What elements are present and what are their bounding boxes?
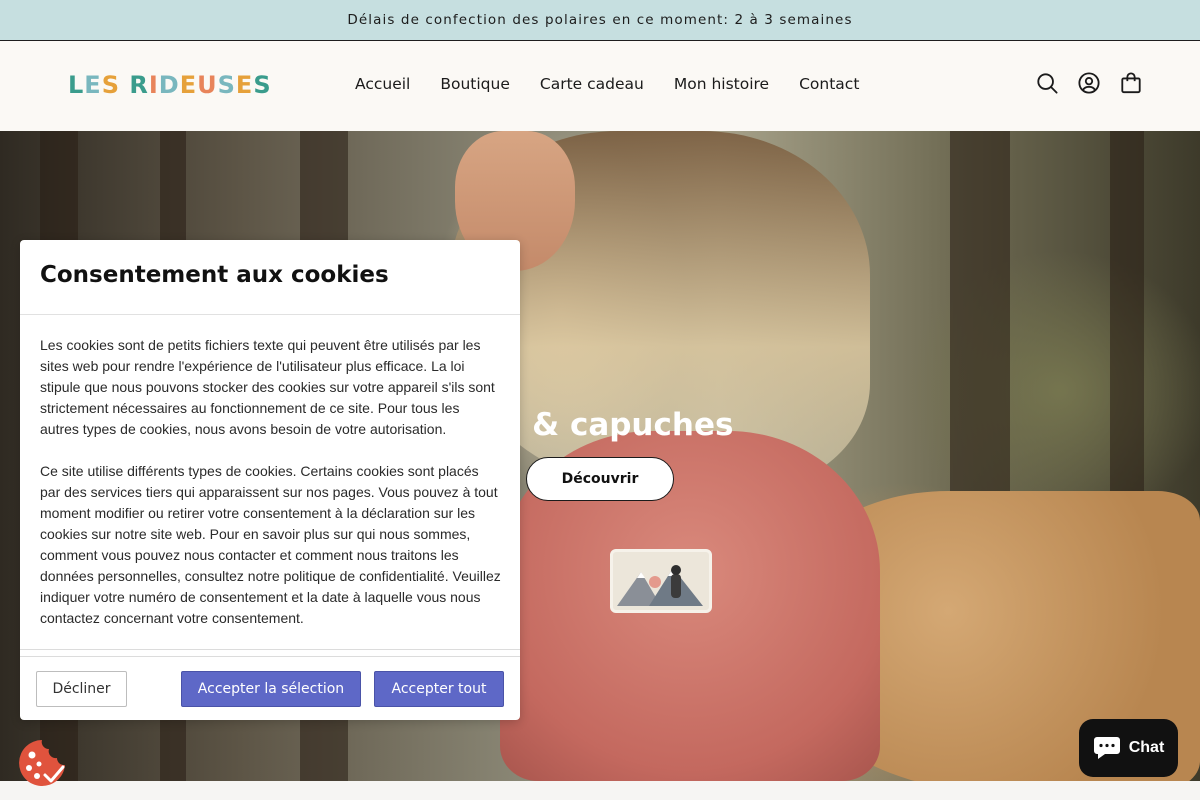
hero-discover-button[interactable]: Découvrir (526, 457, 674, 501)
logo-letter: E (179, 71, 198, 99)
account-icon[interactable] (1078, 72, 1100, 94)
nav-item-accueil[interactable]: Accueil (355, 75, 410, 93)
nav-item-boutique[interactable]: Boutique (440, 75, 510, 93)
site-logo[interactable]: LES RIDEUSES (68, 71, 272, 99)
announcement-text: Délais de confection des polaires en ce … (347, 12, 853, 28)
nav-item-contact[interactable]: Contact (799, 75, 859, 93)
logo-letter: L (68, 71, 85, 99)
accept-all-button[interactable]: Accepter tout (374, 671, 504, 707)
logo-letter (120, 71, 129, 99)
cookie-paragraph: Les cookies sont de petits fichiers text… (40, 337, 495, 437)
hero-fleece-patch (610, 549, 712, 613)
logo-letter: S (101, 71, 120, 99)
nav-item-mon-histoire[interactable]: Mon histoire (674, 75, 769, 93)
divider (20, 314, 520, 315)
cookie-consent-dialog: Consentement aux cookies Les cookies son… (20, 240, 520, 720)
chat-label: Chat (1128, 739, 1165, 756)
main-nav: Accueil Boutique Carte cadeau Mon histoi… (355, 75, 859, 93)
logo-letter: U (197, 71, 218, 99)
chat-bubble-icon (1093, 737, 1120, 759)
chat-button[interactable]: Chat (1079, 719, 1178, 777)
cookie-paragraph: Ce site utilise différents types de cook… (40, 463, 501, 626)
divider (20, 649, 520, 650)
logo-letter: E (235, 71, 254, 99)
header-icons (1036, 72, 1142, 94)
logo-letter: E (84, 71, 102, 99)
logo-letter: S (217, 71, 236, 99)
search-icon[interactable] (1036, 72, 1058, 94)
divider (20, 656, 520, 657)
cookie-dialog-title: Consentement aux cookies (40, 262, 389, 288)
logo-letter: R (129, 71, 149, 99)
decline-button[interactable]: Décliner (36, 671, 127, 707)
section-divider (0, 781, 1200, 800)
logo-letter: D (158, 71, 180, 99)
announcement-bar: Délais de confection des polaires en ce … (0, 0, 1200, 41)
cart-icon[interactable] (1120, 72, 1142, 94)
site-header: LES RIDEUSES Accueil Boutique Carte cade… (0, 41, 1200, 131)
accept-selection-button[interactable]: Accepter la sélection (181, 671, 361, 707)
mountain-patch-icon (617, 565, 703, 606)
nav-item-carte-cadeau[interactable]: Carte cadeau (540, 75, 644, 93)
cookie-dialog-body[interactable]: Les cookies sont de petits fichiers text… (40, 335, 502, 629)
logo-letter: I (148, 71, 159, 99)
cookie-settings-icon[interactable] (17, 738, 67, 788)
logo-letter: S (253, 71, 272, 99)
